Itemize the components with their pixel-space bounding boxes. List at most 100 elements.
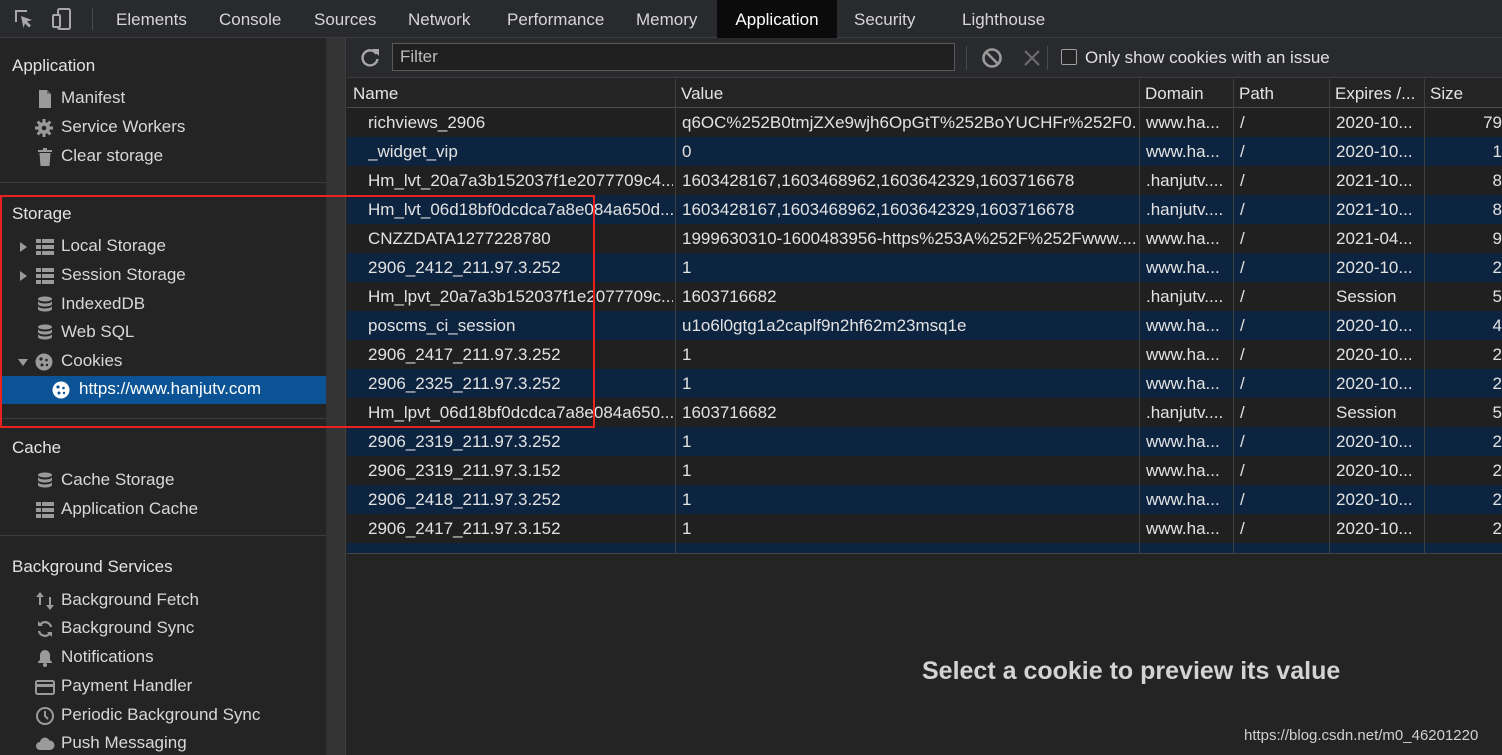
cookie-cell-path: /: [1240, 229, 1245, 248]
sidebar-item-indexeddb[interactable]: IndexedDB: [0, 291, 326, 320]
sidebar-item-label: Periodic Background Sync: [61, 705, 261, 724]
tab-network[interactable]: Network: [408, 0, 470, 38]
sidebar-item-local-storage[interactable]: Local Storage: [0, 233, 326, 262]
cookie-cell-path: /: [1240, 374, 1245, 393]
toolbar-separator: [1047, 46, 1048, 70]
cookie-cell-domain: www.ha...: [1146, 490, 1220, 509]
cookie-icon: [52, 381, 70, 399]
sidebar-item-clear-storage[interactable]: Clear storage: [0, 143, 326, 172]
sidebar-item-label: Clear storage: [61, 146, 164, 165]
delete-selected-icon[interactable]: [1021, 46, 1043, 70]
sidebar-item-service-workers[interactable]: Service Workers: [0, 114, 326, 143]
column-divider: [1233, 79, 1234, 553]
only-issues-checkbox[interactable]: [1061, 49, 1077, 65]
cookie-cell-expires: 2020-10...: [1336, 113, 1413, 132]
column-divider: [675, 79, 676, 553]
cookie-cell-path: /: [1240, 113, 1245, 132]
cookie-cell-domain: www.ha...: [1146, 316, 1220, 335]
cookie-cell-size: 8: [1492, 200, 1502, 219]
sidebar-item-background-sync[interactable]: Background Sync: [0, 615, 326, 644]
refresh-icon[interactable]: [359, 47, 381, 69]
cookie-cell-name: 2906_2319_211.97.3.152: [368, 461, 561, 480]
sidebar-item-web-sql[interactable]: Web SQL: [0, 319, 326, 348]
cookie-cell-value: q6OC%252B0tmjZXe9wjh6OpGtT%252BoYUCHFr%2…: [682, 113, 1138, 132]
cookie-cell-expires: 2020-10...: [1336, 490, 1413, 509]
cookie-cell-name: 2906_2417_211.97.3.152: [368, 519, 561, 538]
column-header-path[interactable]: Path: [1233, 79, 1329, 108]
cookie-cell-path: /: [1240, 316, 1245, 335]
sidebar-splitter[interactable]: [326, 38, 346, 755]
cookie-cell-value: u1o6l0gtg1a2caplf9n2hf62m23msq1e: [682, 316, 967, 335]
devtools-tab-bar: Elements Console Sources Network Perform…: [0, 0, 1502, 38]
column-header-value[interactable]: Value: [675, 79, 1139, 108]
tab-performance[interactable]: Performance: [507, 0, 604, 38]
tab-console[interactable]: Console: [219, 0, 281, 38]
column-header-expires[interactable]: Expires /...: [1329, 79, 1424, 108]
table-grid-icon: [36, 502, 54, 518]
column-header-size[interactable]: Size: [1424, 79, 1502, 108]
cookie-cell-size: 2: [1492, 258, 1502, 277]
cookie-cell-expires: 2020-10...: [1336, 258, 1413, 277]
column-header-domain[interactable]: Domain: [1139, 79, 1233, 108]
cookie-icon: [35, 353, 53, 371]
sidebar-item-notifications[interactable]: Notifications: [0, 644, 326, 673]
sidebar-item-label: Cache Storage: [61, 470, 175, 489]
collapse-arrow-icon[interactable]: [18, 359, 28, 366]
tab-sources[interactable]: Sources: [314, 0, 376, 38]
cookie-cell-path: /: [1240, 461, 1245, 480]
cookie-cell-path: /: [1240, 171, 1245, 190]
tab-elements[interactable]: Elements: [116, 0, 187, 38]
sidebar-item-label: IndexedDB: [61, 294, 146, 313]
bell-icon: [38, 650, 52, 667]
cookie-cell-size: 2: [1492, 345, 1502, 364]
cookie-cell-path: /: [1240, 403, 1245, 422]
tab-memory[interactable]: Memory: [636, 0, 697, 38]
cookie-cell-name: 2906_2417_211.97.3.252: [368, 345, 561, 364]
sidebar-item-session-storage[interactable]: Session Storage: [0, 262, 326, 291]
sidebar-item-manifest[interactable]: Manifest: [0, 85, 326, 114]
inspect-element-icon[interactable]: [12, 7, 36, 31]
cookie-cell-path: /: [1240, 142, 1245, 161]
cookie-preview-pane: Select a cookie to preview its value: [347, 553, 1502, 755]
tab-lighthouse[interactable]: Lighthouse: [962, 0, 1045, 38]
cookie-cell-size: 2: [1492, 461, 1502, 480]
cookie-cell-domain: .hanjutv....: [1146, 171, 1224, 190]
toolbar-separator: [966, 46, 967, 70]
sidebar-item-cache-storage[interactable]: Cache Storage: [0, 467, 326, 496]
up-down-arrows-icon: [36, 592, 54, 610]
cookie-cell-path: /: [1240, 519, 1245, 538]
cookie-cell-expires: Session: [1336, 403, 1397, 422]
sidebar-item-application-cache[interactable]: Application Cache: [0, 496, 326, 525]
tab-security[interactable]: Security: [854, 0, 915, 38]
device-toolbar-icon[interactable]: [50, 7, 74, 31]
sidebar-item-label: Push Messaging: [61, 733, 187, 752]
tab-application[interactable]: Application: [717, 0, 837, 38]
sidebar-item-payment-handler[interactable]: Payment Handler: [0, 673, 326, 702]
cookie-cell-domain: www.ha...: [1146, 432, 1220, 451]
cookie-cell-size: 5: [1492, 287, 1502, 306]
cookie-cell-path: /: [1240, 432, 1245, 451]
cookie-cell-expires: 2021-10...: [1336, 171, 1413, 190]
cookie-toolbar: Only show cookies with an issue: [347, 38, 1502, 78]
sidebar-item-push-messaging[interactable]: Push Messaging: [0, 730, 326, 755]
expand-arrow-icon[interactable]: [20, 271, 27, 281]
section-divider: [0, 535, 326, 536]
cookie-cell-value: 1: [682, 432, 692, 451]
database-icon: [38, 296, 52, 312]
cookie-cell-domain: www.ha...: [1146, 258, 1220, 277]
sidebar-item-background-fetch[interactable]: Background Fetch: [0, 587, 326, 616]
cookie-cell-name: 2906_2418_211.97.3.252: [368, 490, 561, 509]
column-header-name[interactable]: Name: [347, 79, 675, 108]
cookie-cell-name: 2906_2325_211.97.3.252: [368, 374, 561, 393]
cookie-cell-value: 1603428167,1603468962,1603642329,1603716…: [682, 171, 1075, 190]
cookie-cell-expires: 2020-10...: [1336, 432, 1413, 451]
sidebar-item-cookie-origin[interactable]: https://www.hanjutv.com: [0, 376, 326, 404]
cookie-cell-name: 2906_2319_211.97.3.252: [368, 432, 561, 451]
sidebar-item-periodic-background-sync[interactable]: Periodic Background Sync: [0, 702, 326, 731]
cookie-cell-expires: 2020-10...: [1336, 374, 1413, 393]
clear-all-icon[interactable]: [980, 46, 1004, 70]
sidebar-item-cookies[interactable]: Cookies: [0, 348, 326, 377]
expand-arrow-icon[interactable]: [20, 242, 27, 252]
cookie-cell-name: Hm_lvt_06d18bf0dcdca7a8e084a650d...: [368, 200, 673, 219]
filter-input[interactable]: [392, 43, 955, 71]
